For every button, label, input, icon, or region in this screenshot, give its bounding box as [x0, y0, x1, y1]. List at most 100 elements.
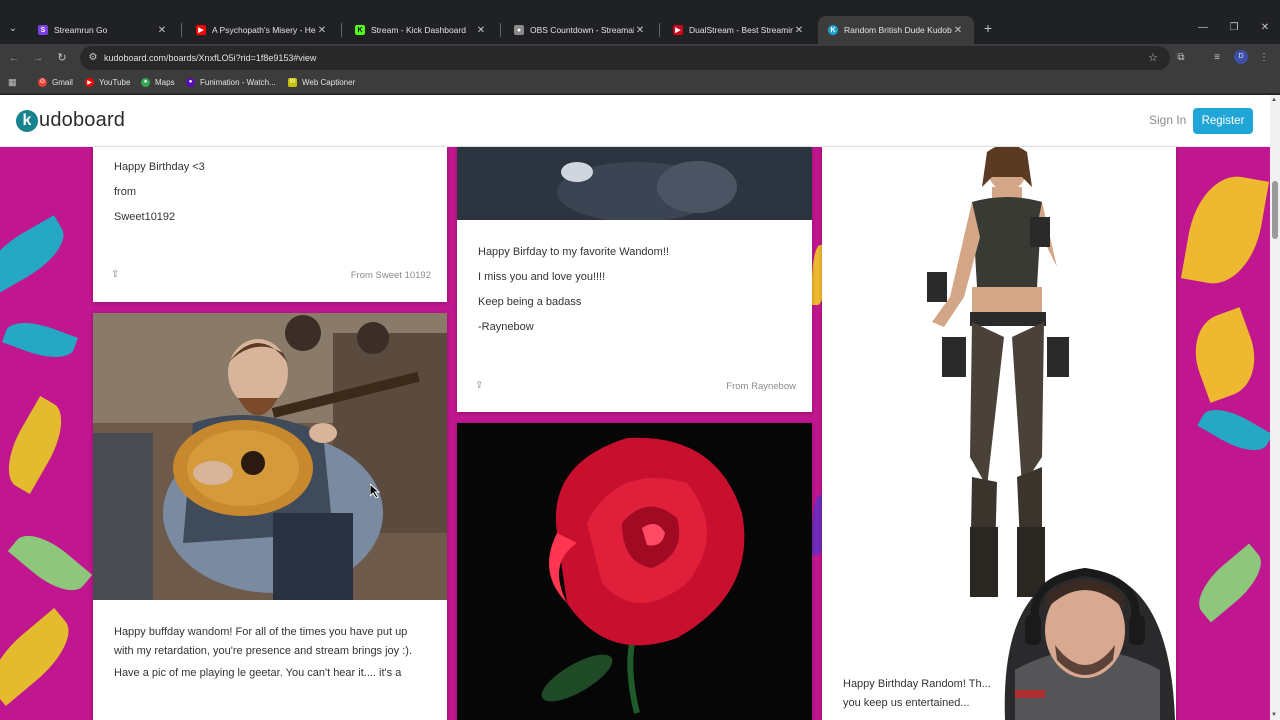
scrollbar-thumb[interactable] [1272, 181, 1278, 239]
post-author: From Raynebow [726, 381, 796, 392]
reload-icon[interactable]: ↻ [54, 50, 70, 66]
tab-dualstream[interactable]: ▶ DualStream - Best Streaming Ap... ✕ [663, 16, 815, 44]
logo-badge: k [16, 109, 38, 132]
kick-icon: K [355, 25, 365, 35]
dualstream-icon: ▶ [673, 25, 683, 35]
post-card-rose[interactable] [457, 423, 812, 720]
tab-title: Random British Dude Kudoboard [844, 25, 952, 35]
message-line: Happy Birfday to my favorite Wandom!! [478, 246, 669, 258]
message-line: -Raynebow [478, 321, 534, 333]
media-controls-icon[interactable]: ≡ [1209, 50, 1225, 66]
bookmark-label: Maps [155, 77, 175, 87]
tab-obs-countdown[interactable]: ● OBS Countdown - Streamable f... ✕ [504, 16, 656, 44]
maps-icon: ● [141, 77, 150, 87]
logo-wordmark: udoboard [39, 109, 126, 131]
background-leaf [7, 523, 93, 603]
tab-title: Streamrun Go [54, 25, 108, 35]
tab-title: DualStream - Best Streaming Ap... [689, 25, 793, 35]
post-card-guitar[interactable]: Happy buffday wandom! For all of the tim… [93, 313, 447, 720]
page-scrollbar[interactable]: ▲ ▼ [1270, 95, 1280, 720]
bookmark-star-icon[interactable]: ☆ [1148, 50, 1158, 66]
tab-streamrun[interactable]: S Streamrun Go ✕ [28, 16, 178, 44]
share-icon[interactable]: ⇪ [111, 269, 119, 280]
message-line: from [114, 186, 136, 198]
bookmark-maps[interactable]: ● Maps [141, 76, 175, 88]
bookmark-web-captioner[interactable]: W Web Captioner [288, 76, 355, 88]
forward-arrow-icon[interactable]: → [30, 50, 46, 66]
extensions-icon[interactable]: ⧉ [1173, 50, 1189, 66]
bookmark-label: Web Captioner [302, 77, 356, 87]
back-arrow-icon[interactable]: ← [6, 50, 22, 66]
url-text: kudoboard.com/boards/XnxfLO5i?rid=1f8e91… [104, 53, 317, 63]
post-message: Happy buffday wandom! For all of the tim… [114, 623, 429, 680]
scroll-down-arrow-icon[interactable]: ▼ [1271, 712, 1277, 718]
kudoboard-icon: K [828, 25, 838, 35]
site-header: k udoboard Sign In Register [0, 95, 1270, 147]
site-info-icon[interactable]: ⚙ [86, 50, 100, 66]
close-tab-icon[interactable]: ✕ [156, 25, 168, 36]
background-leaf [1, 313, 79, 367]
tab-kick[interactable]: K Stream - Kick Dashboard ✕ [345, 16, 497, 44]
tab-search-icon[interactable]: ⌄ [4, 20, 22, 38]
scroll-up-arrow-icon[interactable]: ▲ [1271, 97, 1277, 103]
message-line: you keep us entertained... [843, 697, 970, 709]
browser-toolbar: ← → ↻ ⚙ kudoboard.com/boards/XnxfLO5i?ri… [0, 44, 1280, 72]
message-line: Happy buffday wandom! For all of the tim… [114, 626, 413, 657]
tab-title: Stream - Kick Dashboard [371, 25, 466, 35]
webcam-overlay [1004, 567, 1175, 720]
tab-divider [341, 23, 342, 37]
tab-divider [500, 23, 501, 37]
page-viewport: k udoboard Sign In Register Happy Birthd… [0, 95, 1270, 720]
tab-title: OBS Countdown - Streamable f... [530, 25, 634, 35]
tab-title: A Psychopath's Misery - Heartb... [212, 25, 316, 35]
kudoboard-logo[interactable]: k udoboard [16, 109, 125, 132]
gmail-icon: G [38, 77, 47, 87]
close-tab-icon[interactable]: ✕ [316, 25, 328, 36]
address-bar[interactable]: ⚙ kudoboard.com/boards/XnxfLO5i?rid=1f8e… [80, 46, 1170, 70]
close-window-icon[interactable]: ✕ [1258, 22, 1272, 33]
close-tab-icon[interactable]: ✕ [952, 25, 964, 36]
tab-youtube[interactable]: ▶ A Psychopath's Misery - Heartb... ✕ [186, 16, 338, 44]
bookmark-funimation[interactable]: ● Funimation - Watch... [186, 76, 276, 88]
obs-icon: ● [514, 25, 524, 35]
share-icon[interactable]: ⇪ [475, 380, 483, 391]
background-leaf [0, 396, 75, 494]
message-line: Happy Birthday Random! Th... [843, 678, 991, 690]
post-card-raynebow[interactable]: Happy Birfday to my favorite Wandom!! I … [457, 147, 812, 412]
close-tab-icon[interactable]: ✕ [475, 25, 487, 36]
sign-in-link[interactable]: Sign In [1149, 113, 1186, 127]
tab-kudoboard-active[interactable]: K Random British Dude Kudoboard ✕ [818, 16, 974, 44]
post-card-sweet[interactable]: Happy Birthday <3 from Sweet10192 ⇪ From… [93, 147, 447, 302]
tab-divider [659, 23, 660, 37]
post-author: From Sweet 10192 [350, 270, 431, 281]
message-line: I miss you and love you!!!! [478, 271, 606, 283]
message-line: Have a pic of me playing le geetar. You … [114, 667, 402, 679]
post-message: Happy Birfday to my favorite Wandom!! I … [478, 245, 669, 334]
close-tab-icon[interactable]: ✕ [634, 25, 646, 36]
webcaptioner-icon: W [288, 77, 297, 87]
menu-kebab-icon[interactable]: ⋮ [1256, 50, 1272, 66]
background-leaf [1187, 543, 1270, 623]
register-button[interactable]: Register [1193, 108, 1253, 134]
message-line: Keep being a badass [478, 296, 582, 308]
funimation-icon: ● [186, 77, 195, 87]
post-message: Happy Birthday <3 from Sweet10192 [114, 160, 205, 224]
tab-divider [181, 23, 182, 37]
minimize-icon[interactable]: — [1196, 22, 1210, 33]
mouse-cursor-icon [370, 484, 380, 498]
background-leaf [1197, 399, 1270, 461]
browser-tab-strip: ⌄ S Streamrun Go ✕ ▶ A Psychopath's Mise… [0, 0, 1280, 44]
apps-grid-icon[interactable]: ▦ [8, 77, 18, 87]
background-leaf [1183, 307, 1267, 403]
message-line: Sweet10192 [114, 211, 176, 223]
message-line: Happy Birthday <3 [114, 161, 205, 173]
new-tab-button[interactable]: + [980, 20, 996, 36]
bookmark-gmail[interactable]: G Gmail [38, 76, 73, 88]
streamrun-icon: S [38, 25, 48, 35]
close-tab-icon[interactable]: ✕ [793, 25, 805, 36]
restore-icon[interactable]: ❐ [1227, 22, 1241, 33]
profile-avatar[interactable]: D [1234, 50, 1248, 64]
bookmark-youtube[interactable]: ▶ YouTube [85, 76, 130, 88]
bookmark-label: Gmail [52, 77, 73, 87]
background-leaf [0, 215, 74, 295]
